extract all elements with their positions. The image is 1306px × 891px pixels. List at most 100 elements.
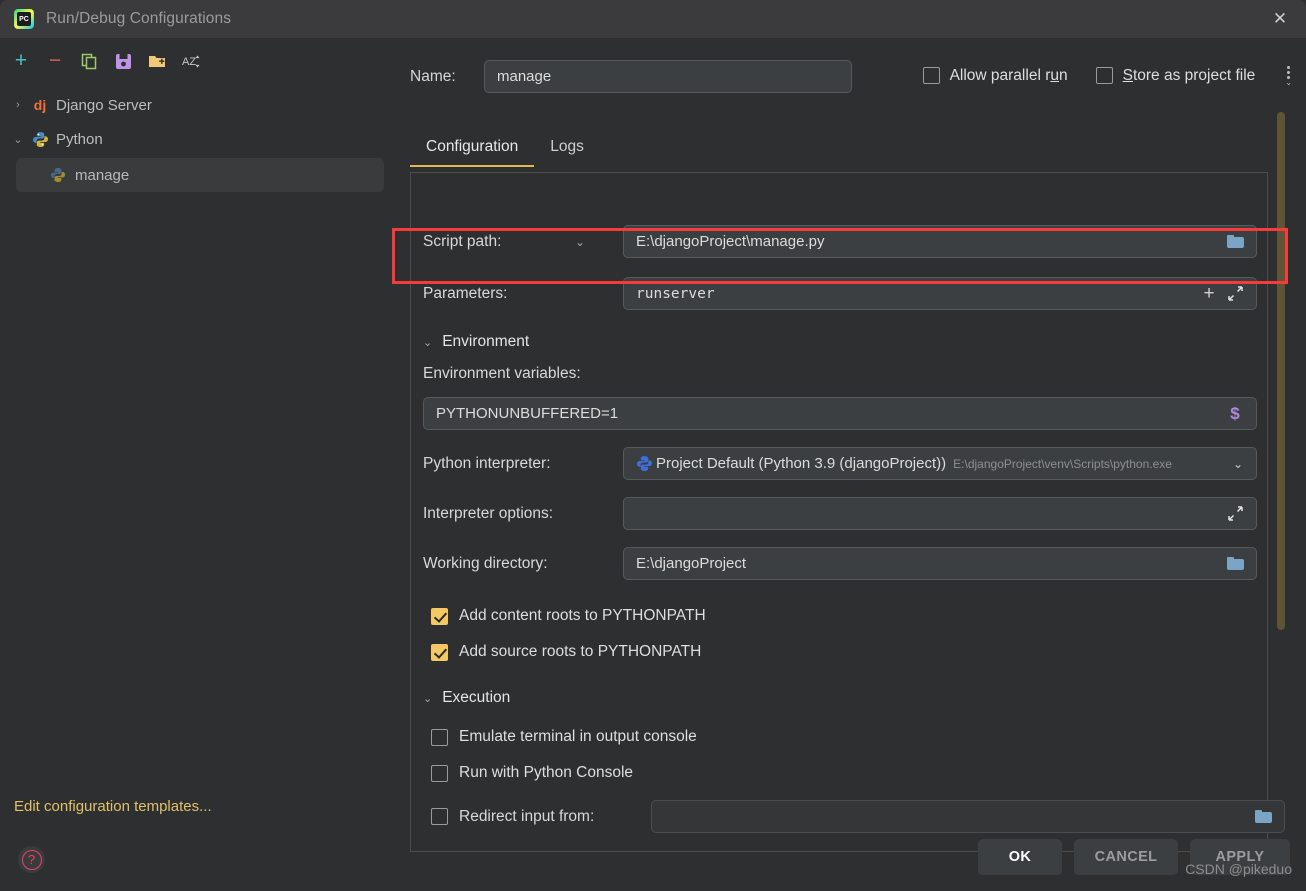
title-bar: PC Run/Debug Configurations ✕ — [0, 0, 1306, 38]
working-directory-input[interactable]: E:\djangoProject — [623, 547, 1257, 580]
execution-section-header[interactable]: ⌄ Execution — [423, 689, 510, 707]
working-directory-value: E:\djangoProject — [636, 555, 747, 572]
working-directory-label: Working directory: — [423, 554, 548, 572]
configuration-panel: Script path: ⌄ E:\djangoProject\manage.p… — [410, 172, 1285, 852]
name-row: Name: manage — [410, 60, 852, 93]
save-configuration-button[interactable] — [110, 49, 136, 73]
tree-node-python[interactable]: ⌄ Python — [0, 122, 392, 156]
redirect-input-browse-button[interactable] — [1250, 810, 1276, 823]
edit-configuration-templates-link[interactable]: Edit configuration templates... — [14, 798, 212, 815]
move-into-folder-button[interactable] — [144, 49, 170, 73]
chevron-down-icon: ⌄ — [423, 692, 433, 705]
save-floppy-icon — [115, 53, 131, 69]
more-options-icon[interactable]: ⌄ — [1283, 64, 1294, 87]
python-interpreter-path: E:\djangoProject\venv\Scripts\python.exe — [953, 456, 1172, 471]
name-input-value: manage — [497, 68, 552, 85]
dialog-title: Run/Debug Configurations — [46, 10, 232, 27]
script-path-browse-button[interactable] — [1222, 235, 1248, 248]
name-label: Name: — [410, 67, 456, 85]
sort-configurations-button[interactable]: AZ — [178, 49, 204, 73]
folder-icon — [1226, 235, 1244, 248]
parameters-insert-macro-button[interactable]: + — [1196, 282, 1222, 304]
copy-configuration-button[interactable] — [76, 49, 102, 73]
apply-button[interactable]: APPLY — [1190, 839, 1290, 875]
checkbox-box — [431, 728, 448, 746]
django-icon: dj — [33, 97, 47, 113]
working-directory-browse-button[interactable] — [1222, 557, 1248, 570]
tree-item-label: manage — [75, 166, 130, 184]
emulate-terminal-label: Emulate terminal in output console — [459, 728, 697, 745]
tree-node-label: Django Server — [56, 96, 152, 114]
tab-logs[interactable]: Logs — [534, 138, 600, 167]
python-interpreter-dropdown[interactable]: Project Default (Python 3.9 (djangoProje… — [623, 447, 1257, 480]
checkbox-box — [1095, 67, 1113, 84]
environment-section-header[interactable]: ⌄ Environment — [423, 333, 529, 351]
python-interpreter-label: Python interpreter: — [423, 454, 551, 472]
copy-icon — [81, 53, 97, 70]
store-as-project-file-checkbox[interactable]: Store as project file — [1095, 66, 1256, 85]
plus-icon: + — [1203, 282, 1215, 304]
expand-arrows-icon — [1227, 506, 1243, 521]
cancel-button[interactable]: CANCEL — [1074, 839, 1178, 875]
folder-icon — [1254, 810, 1272, 823]
plus-icon: + — [14, 49, 28, 72]
ok-button[interactable]: OK — [978, 839, 1062, 875]
remove-configuration-button[interactable]: − — [42, 49, 68, 73]
configuration-editor-area: Name: manage Allow parallel run Store as… — [392, 38, 1306, 891]
close-icon[interactable]: ✕ — [1254, 0, 1306, 38]
parameters-value: runserver — [636, 285, 715, 302]
python-interpreter-chevron-down-icon[interactable]: ⌄ — [1228, 457, 1248, 471]
python-interpreter-row: Python interpreter: Project Default (Pyt… — [423, 447, 1257, 480]
editor-tabs: Configuration Logs — [410, 138, 600, 167]
add-content-roots-checkbox[interactable]: Add content roots to PYTHONPATH — [431, 607, 706, 625]
script-path-input[interactable]: E:\djangoProject\manage.py — [623, 225, 1257, 258]
python-interpreter-value: Project Default (Python 3.9 (djangoProje… — [656, 455, 947, 472]
parameters-expand-button[interactable] — [1222, 286, 1248, 301]
checkbox-box — [922, 67, 940, 84]
help-circle-icon: ? — [21, 849, 42, 870]
interpreter-options-expand-button[interactable] — [1222, 506, 1248, 521]
run-with-python-console-label: Run with Python Console — [459, 764, 634, 781]
python-icon — [28, 131, 52, 148]
checkbox-box — [431, 764, 448, 782]
parameters-input[interactable]: runserver + — [623, 277, 1257, 310]
environment-variables-macro-button[interactable]: $ — [1222, 404, 1248, 424]
configurations-sidebar: + − AZ › dj Django Server ⌄ Python manag… — [0, 38, 392, 891]
interpreter-options-row: Interpreter options: — [423, 497, 1257, 530]
redirect-input-row: Redirect input from: — [431, 800, 1285, 833]
interpreter-options-input[interactable] — [623, 497, 1257, 530]
environment-variables-value: PYTHONUNBUFFERED=1 — [436, 405, 619, 422]
tab-configuration[interactable]: Configuration — [410, 138, 535, 167]
script-path-label: Script path: — [423, 232, 502, 250]
redirect-input-path-input[interactable] — [651, 800, 1285, 833]
parameters-label: Parameters: — [423, 284, 508, 302]
working-directory-row: Working directory: E:\djangoProject — [423, 547, 1257, 580]
script-path-value: E:\djangoProject\manage.py — [636, 233, 825, 250]
dollar-macro-icon: $ — [1230, 403, 1240, 423]
emulate-terminal-checkbox[interactable]: Emulate terminal in output console — [431, 728, 697, 746]
header-options: Allow parallel run Store as project file… — [922, 64, 1294, 87]
chevron-right-icon: › — [16, 99, 20, 111]
configuration-panel-scrollbar[interactable] — [1277, 112, 1285, 630]
store-as-project-file-label: Store as project file — [1122, 66, 1256, 84]
python-icon — [632, 455, 656, 472]
dialog-buttons: OK CANCEL APPLY — [978, 839, 1290, 875]
chevron-down-icon: ⌄ — [13, 133, 23, 146]
run-with-python-console-checkbox[interactable]: Run with Python Console — [431, 764, 633, 782]
redirect-input-checkbox[interactable] — [431, 808, 448, 825]
folder-icon — [1226, 557, 1244, 570]
python-icon — [46, 167, 70, 183]
add-configuration-button[interactable]: + — [8, 49, 34, 73]
allow-parallel-run-checkbox[interactable]: Allow parallel run — [922, 67, 1068, 85]
svg-text:AZ: AZ — [182, 56, 196, 68]
pycharm-logo-text: PC — [17, 12, 31, 26]
environment-variables-input[interactable]: PYTHONUNBUFFERED=1 $ — [423, 397, 1257, 430]
add-source-roots-checkbox[interactable]: Add source roots to PYTHONPATH — [431, 643, 701, 661]
help-button[interactable]: ? — [18, 846, 45, 873]
execution-section-label: Execution — [442, 689, 511, 706]
tree-node-django-server[interactable]: › dj Django Server — [0, 88, 392, 122]
add-content-roots-label: Add content roots to PYTHONPATH — [459, 607, 706, 624]
script-path-mode-chevron-down-icon[interactable]: ⌄ — [575, 235, 623, 249]
name-input[interactable]: manage — [484, 60, 852, 93]
tree-item-manage[interactable]: manage — [16, 158, 384, 192]
